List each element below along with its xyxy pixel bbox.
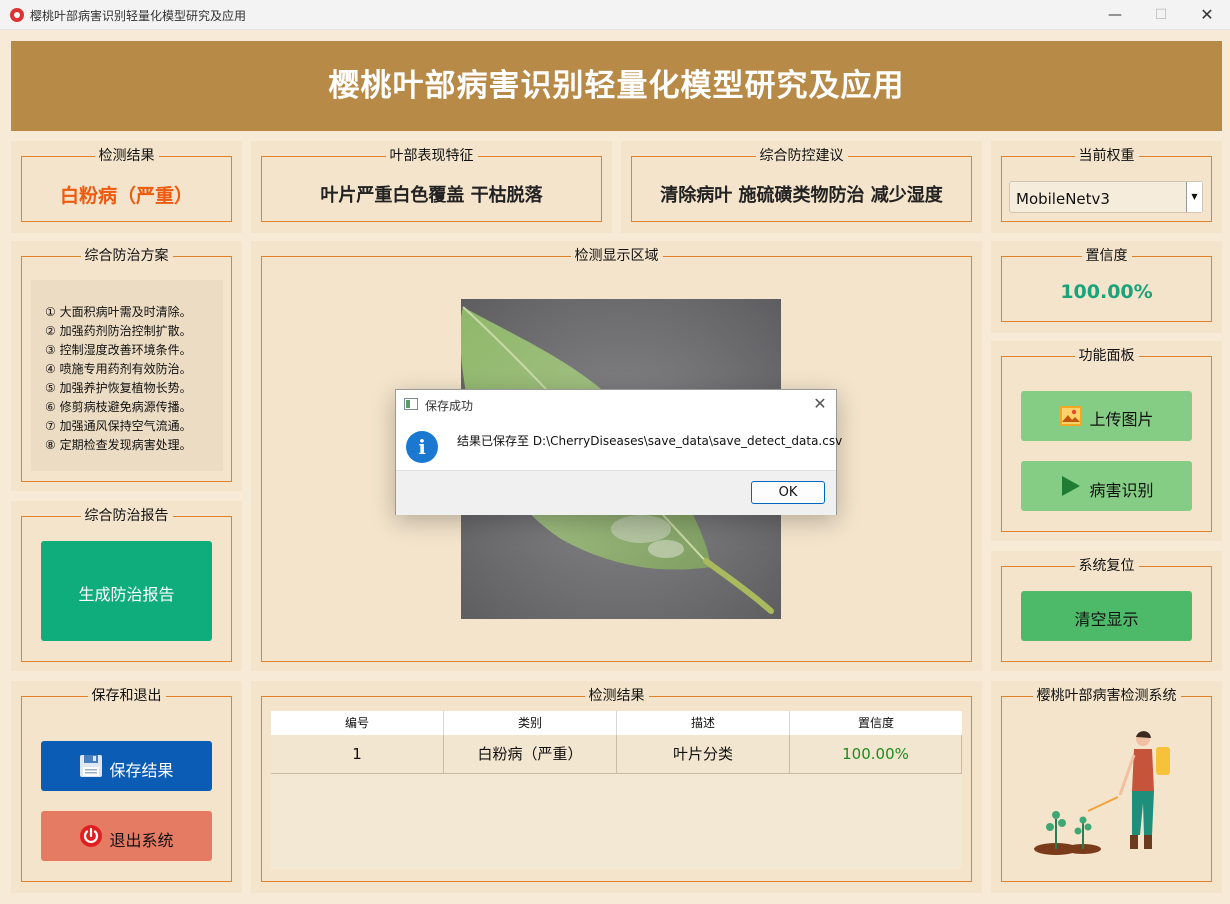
system-title: 樱桃叶部病害检测系统: [1032, 688, 1181, 704]
generate-report-label: 生成防治报告: [78, 585, 175, 604]
cell-confidence: 100.00%: [790, 735, 962, 774]
cell-category: 白粉病（严重）: [444, 735, 617, 774]
results-table-group: 检测结果 编号 类别 描述 置信度 1 白粉病（严重） 叶片分类 100.00%: [261, 688, 972, 882]
cell-description: 叶片分类: [617, 735, 790, 774]
generate-report-button[interactable]: 生成防治报告: [41, 541, 212, 641]
plan-item: ② 加强药剂防治控制扩散。: [45, 324, 192, 338]
save-exit-panel: 保存和退出 保存结果 退出系统: [11, 681, 242, 893]
ok-button[interactable]: OK: [751, 481, 825, 504]
confidence-group: 置信度 100.00%: [1001, 248, 1212, 322]
confidence-panel: 置信度 100.00%: [991, 241, 1222, 333]
weights-title: 当前权重: [1074, 148, 1139, 164]
clear-display-label: 清空显示: [1074, 610, 1139, 629]
column-header-description[interactable]: 描述: [617, 711, 790, 735]
exit-system-button[interactable]: 退出系统: [41, 811, 212, 861]
detect-result-value: 白粉病（严重）: [59, 185, 193, 207]
save-exit-group: 保存和退出 保存结果 退出系统: [21, 688, 232, 882]
weights-selected-value: MobileNetv3: [1016, 190, 1110, 208]
results-table-title: 检测结果: [584, 688, 649, 704]
detect-result-title: 检测结果: [94, 148, 159, 164]
report-title: 综合防治报告: [80, 508, 173, 524]
dialog-titlebar: 保存成功 ✕: [396, 390, 836, 420]
leaf-feature-panel: 叶部表现特征 叶片严重白色覆盖 干枯脱落: [251, 141, 612, 233]
weights-panel: 当前权重 MobileNetv3 ▼: [991, 141, 1222, 233]
save-exit-title: 保存和退出: [87, 688, 166, 704]
plan-item: ③ 控制湿度改善环境条件。: [45, 343, 192, 357]
detect-result-panel: 检测结果 白粉病（严重）: [11, 141, 242, 233]
window-titlebar: 樱桃叶部病害识别轻量化模型研究及应用 — ☐ ✕: [0, 0, 1230, 30]
weights-select[interactable]: MobileNetv3 ▼: [1009, 181, 1203, 213]
reset-panel: 系统复位 清空显示: [991, 551, 1222, 671]
plan-panel: 综合防治方案 ① 大面积病叶需及时清除。 ② 加强药剂防治控制扩散。 ③ 控制湿…: [11, 241, 242, 491]
cell-id: 1: [271, 735, 444, 774]
reset-title: 系统复位: [1074, 558, 1139, 574]
display-title: 检测显示区域: [570, 248, 663, 264]
chevron-down-icon[interactable]: ▼: [1186, 182, 1202, 212]
plan-group: 综合防治方案 ① 大面积病叶需及时清除。 ② 加强药剂防治控制扩散。 ③ 控制湿…: [21, 248, 232, 482]
detect-result-group: 检测结果 白粉病（严重）: [21, 148, 232, 222]
advice-group: 综合防控建议 清除病叶 施硫磺类物防治 减少湿度: [631, 148, 972, 222]
identify-disease-label: 病害识别: [1089, 481, 1154, 500]
plan-item: ⑧ 定期检查发现病害处理。: [45, 438, 192, 452]
table-row[interactable]: 1 白粉病（严重） 叶片分类 100.00%: [271, 735, 962, 774]
leaf-feature-value: 叶片严重白色覆盖 干枯脱落: [320, 185, 543, 206]
dialog-title: 保存成功: [425, 399, 474, 413]
report-group: 综合防治报告 生成防治报告: [21, 508, 232, 662]
confidence-value: 100.00%: [1060, 281, 1153, 303]
report-panel: 综合防治报告 生成防治报告: [11, 501, 242, 671]
plan-item: ⑥ 修剪病枝避免病源传播。: [45, 400, 192, 414]
save-success-dialog: 保存成功 ✕ i 结果已保存至 D:\CherryDiseases\save_d…: [395, 389, 842, 515]
dialog-body: i 结果已保存至 D:\CherryDiseases\save_data\sav…: [396, 420, 842, 470]
app-body: 樱桃叶部病害识别轻量化模型研究及应用 检测结果 白粉病（严重） 叶部表现特征 叶…: [0, 30, 1230, 904]
function-panel: 功能面板 上传图片 病害识别: [991, 341, 1222, 541]
upload-image-button[interactable]: 上传图片: [1021, 391, 1192, 441]
plan-list: ① 大面积病叶需及时清除。 ② 加强药剂防治控制扩散。 ③ 控制湿度改善环境条件…: [31, 280, 223, 471]
results-table-panel: 检测结果 编号 类别 描述 置信度 1 白粉病（严重） 叶片分类 100.00%: [251, 681, 982, 893]
system-panel: 樱桃叶部病害检测系统: [991, 681, 1222, 893]
close-window-button[interactable]: ✕: [1184, 0, 1230, 30]
cherry-app-icon: [10, 8, 24, 22]
dialog-message: 结果已保存至 D:\CherryDiseases\save_data\save_…: [457, 434, 843, 448]
app-header-title: 樱桃叶部病害识别轻量化模型研究及应用: [328, 68, 905, 104]
save-results-button[interactable]: 保存结果: [41, 741, 212, 791]
plan-item: ④ 喷施专用药剂有效防治。: [45, 362, 192, 376]
save-results-label: 保存结果: [109, 761, 174, 780]
plan-item: ⑦ 加强通风保持空气流通。: [45, 419, 192, 433]
app-header: 樱桃叶部病害识别轻量化模型研究及应用: [11, 41, 1222, 131]
dialog-close-button[interactable]: ✕: [810, 393, 830, 415]
minimize-button[interactable]: —: [1092, 0, 1138, 30]
confidence-title: 置信度: [1081, 248, 1132, 264]
plan-item: ① 大面积病叶需及时清除。: [45, 305, 192, 319]
column-header-confidence[interactable]: 置信度: [790, 711, 962, 735]
window-icon: [404, 398, 418, 410]
results-table: 编号 类别 描述 置信度 1 白粉病（严重） 叶片分类 100.00%: [271, 711, 962, 869]
dialog-footer: OK: [396, 470, 836, 515]
info-icon: i: [406, 431, 438, 463]
identify-disease-button[interactable]: 病害识别: [1021, 461, 1192, 511]
table-header: 编号 类别 描述 置信度: [271, 711, 962, 735]
column-header-category[interactable]: 类别: [444, 711, 617, 735]
exit-system-label: 退出系统: [109, 831, 174, 850]
column-header-id[interactable]: 编号: [271, 711, 444, 735]
leaf-feature-title: 叶部表现特征: [385, 148, 478, 164]
advice-panel: 综合防控建议 清除病叶 施硫磺类物防治 减少湿度: [621, 141, 982, 233]
leaf-feature-group: 叶部表现特征 叶片严重白色覆盖 干枯脱落: [261, 148, 602, 222]
plan-item: ⑤ 加强养护恢复植物长势。: [45, 381, 192, 395]
plan-title: 综合防治方案: [80, 248, 173, 264]
maximize-button[interactable]: ☐: [1138, 0, 1184, 30]
window-title: 樱桃叶部病害识别轻量化模型研究及应用: [30, 9, 247, 23]
reset-group: 系统复位 清空显示: [1001, 558, 1212, 662]
function-title: 功能面板: [1074, 348, 1139, 364]
advice-value: 清除病叶 施硫磺类物防治 减少湿度: [660, 185, 943, 206]
clear-display-button[interactable]: 清空显示: [1021, 591, 1192, 641]
upload-image-label: 上传图片: [1089, 410, 1154, 429]
weights-group: 当前权重 MobileNetv3 ▼: [1001, 148, 1212, 222]
advice-title: 综合防控建议: [755, 148, 848, 164]
gardener-illustration: [1034, 731, 1170, 855]
function-group: 功能面板 上传图片 病害识别: [1001, 348, 1212, 532]
system-group: 樱桃叶部病害检测系统: [1001, 688, 1212, 882]
